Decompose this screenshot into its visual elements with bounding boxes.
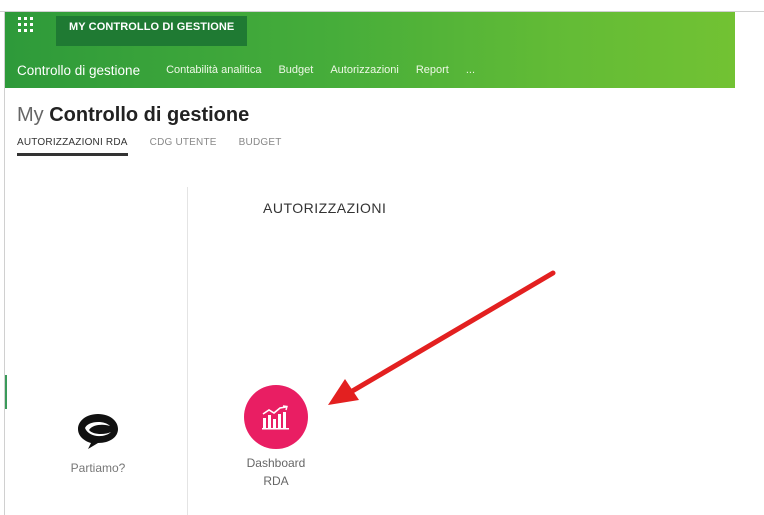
speech-bubble-logo-icon — [78, 414, 118, 449]
nav-item-more[interactable]: ... — [466, 64, 475, 76]
app-launcher-grid-icon[interactable] — [18, 17, 34, 33]
section-title: AUTORIZZAZIONI — [263, 200, 387, 216]
page-title: My Controllo di gestione — [17, 104, 249, 127]
nav-item-report[interactable]: Report — [416, 64, 449, 76]
tab-cdg-utente[interactable]: CDG UTENTE — [150, 137, 217, 156]
dashboard-label-line1: Dashboard — [246, 456, 306, 470]
page-title-main: Controllo di gestione — [49, 104, 250, 126]
tab-autorizzazioni-rda[interactable]: AUTORIZZAZIONI RDA — [17, 137, 128, 156]
nav-item-controllo-di-gestione[interactable]: Controllo di gestione — [17, 63, 140, 78]
dashboard-rda-tile[interactable]: Dashboard RDA — [234, 385, 318, 490]
dashboard-label-line2: RDA — [263, 474, 289, 488]
page-tabs: AUTORIZZAZIONI RDA CDG UTENTE BUDGET — [17, 137, 304, 156]
column-divider — [187, 187, 188, 515]
top-nav: Controllo di gestione Contabilità analit… — [17, 60, 492, 80]
nav-item-budget[interactable]: Budget — [278, 64, 313, 76]
dashboard-icon-circle[interactable] — [244, 385, 308, 449]
annotation-arrow-shaft — [346, 270, 556, 396]
annotation-arrow-head — [328, 379, 359, 405]
nav-item-contabilita-analitica[interactable]: Contabilità analitica — [166, 64, 261, 76]
partiamo-label: Partiamo? — [70, 461, 126, 475]
app-header: MY CONTROLLO DI GESTIONE Controllo di ge… — [5, 12, 735, 88]
nav-item-autorizzazioni[interactable]: Autorizzazioni — [330, 64, 398, 76]
brand-tab[interactable]: MY CONTROLLO DI GESTIONE — [56, 16, 248, 46]
bar-chart-trend-icon — [262, 405, 289, 430]
page-title-prefix: My — [17, 104, 44, 126]
tab-budget[interactable]: BUDGET — [239, 137, 282, 156]
partiamo-widget[interactable]: Partiamo? — [48, 405, 148, 475]
dashboard-label: Dashboard RDA — [234, 454, 318, 490]
left-edge-accent — [5, 375, 7, 409]
